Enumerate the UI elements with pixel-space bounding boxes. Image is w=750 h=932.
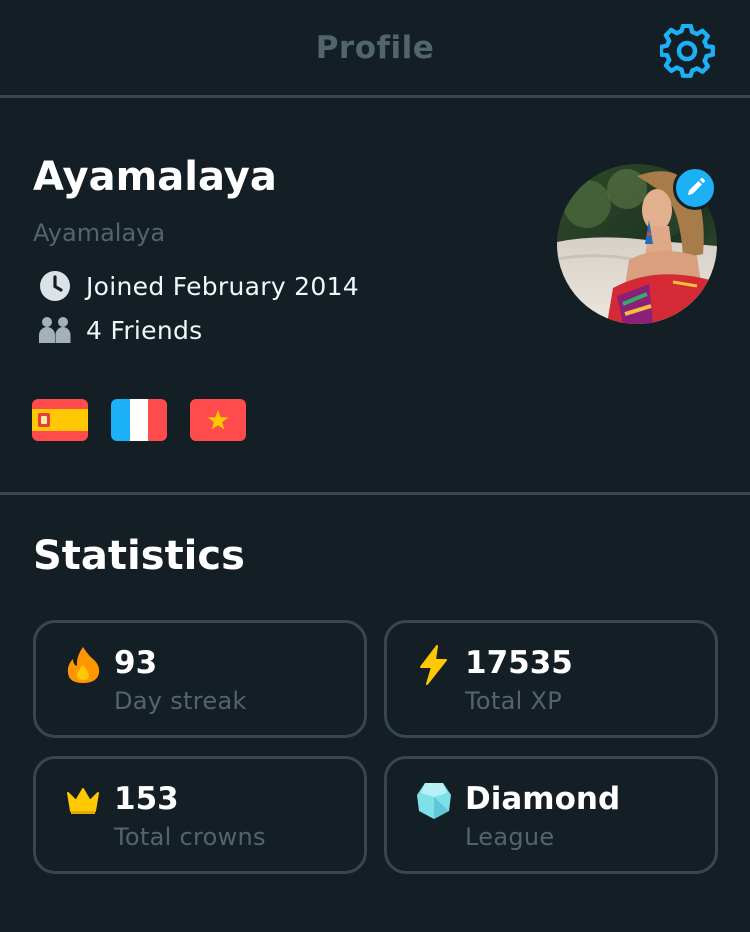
vietnamese-flag-icon[interactable] (190, 399, 246, 441)
joined-row: Joined February 2014 (38, 269, 359, 303)
stat-card-day-streak: 93 Day streak (33, 620, 367, 738)
french-flag-icon[interactable] (111, 399, 167, 441)
flame-icon (67, 647, 100, 683)
friends-row[interactable]: 4 Friends (38, 313, 202, 347)
stat-value: Diamond (465, 781, 621, 817)
stat-label: Total XP (465, 687, 562, 715)
crown-icon (67, 788, 99, 814)
stat-label: League (465, 823, 555, 851)
stat-value: 17535 (465, 645, 573, 681)
pencil-icon (688, 177, 706, 195)
page-title: Profile (315, 30, 435, 66)
statistics-heading: Statistics (33, 533, 245, 579)
diamond-league-icon (417, 783, 451, 819)
friends-icon (38, 313, 72, 347)
profile-screen: Profile Ayamalaya Ayamalaya Joined Febru… (0, 0, 750, 932)
clock-icon (38, 269, 72, 303)
lightning-icon (420, 645, 447, 685)
joined-date: Joined February 2014 (86, 271, 360, 301)
stat-value: 93 (114, 645, 158, 681)
stat-card-league: Diamond League (384, 756, 718, 874)
profile-username: Ayamalaya (33, 219, 166, 247)
top-bar: Profile (0, 0, 750, 98)
stat-card-total-crowns: 153 Total crowns (33, 756, 367, 874)
edit-avatar-button[interactable] (673, 166, 717, 210)
stat-label: Total crowns (114, 823, 266, 851)
section-divider (0, 492, 750, 495)
friends-count: 4 Friends (86, 315, 203, 345)
spanish-flag-icon[interactable] (32, 399, 88, 441)
stat-card-total-xp: 17535 Total XP (384, 620, 718, 738)
profile-name: Ayamalaya (33, 154, 277, 200)
stat-label: Day streak (114, 687, 247, 715)
stat-value: 153 (114, 781, 179, 817)
gear-icon[interactable] (660, 24, 716, 80)
